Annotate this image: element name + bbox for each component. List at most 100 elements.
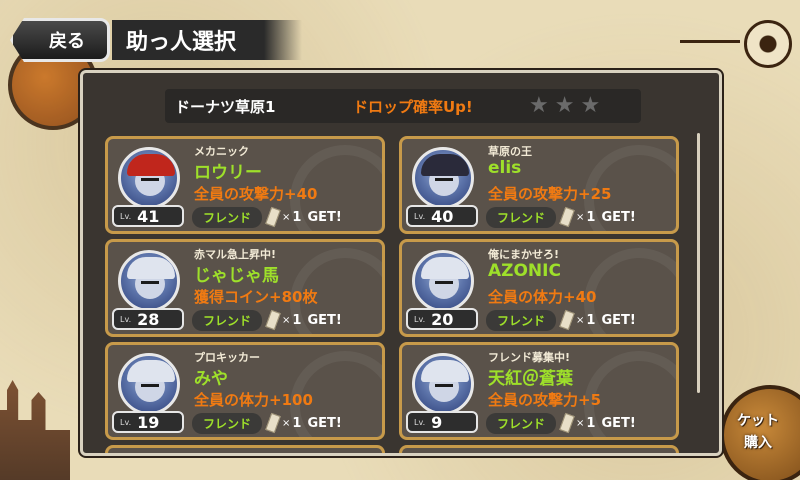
back-button[interactable]: 戻る bbox=[10, 18, 110, 62]
level-value: 20 bbox=[431, 309, 454, 329]
ticket-purchase-label[interactable]: ケット 購入 bbox=[728, 410, 788, 454]
helper-name: ロウリー bbox=[194, 163, 262, 183]
helper-title: プロキッカー bbox=[194, 351, 260, 364]
level-badge: Lv. 40 bbox=[406, 205, 478, 227]
get-label: GET! bbox=[601, 415, 636, 431]
helper-card[interactable]: Lv. 9 フレンド募集中! 天紅＠蒼葉 全員の攻撃力+5 フレンド × 1 G… bbox=[399, 342, 679, 440]
helper-card[interactable]: Lv. 40 草原の王 elis 全員の攻撃力+25 フレンド × 1 GET! bbox=[399, 136, 679, 234]
friend-badge: フレンド bbox=[192, 412, 262, 434]
times-sign: × bbox=[282, 417, 291, 429]
helper-avatar bbox=[118, 147, 180, 209]
helper-card-peek[interactable] bbox=[105, 445, 385, 453]
helper-card[interactable]: Lv. 19 プロキッカー みや 全員の体力+100 フレンド × 1 GET! bbox=[105, 342, 385, 440]
star-icon: ★ bbox=[580, 93, 601, 118]
avatar-hat bbox=[127, 360, 175, 382]
times-sign: × bbox=[576, 417, 585, 429]
helper-title: フレンド募集中! bbox=[488, 351, 571, 364]
reward-row: フレンド × 1 GET! bbox=[192, 412, 382, 434]
star-icon: ★ bbox=[554, 93, 575, 118]
helper-name: 天紅＠蒼葉 bbox=[488, 369, 573, 389]
avatar-hat bbox=[421, 154, 469, 176]
times-sign: × bbox=[282, 211, 291, 223]
helper-name: じゃじゃ馬 bbox=[194, 266, 279, 286]
level-label: Lv. bbox=[120, 314, 132, 324]
helper-avatar bbox=[412, 353, 474, 415]
drop-bonus-text: ドロップ確率Up! bbox=[353, 97, 473, 116]
helper-avatar bbox=[412, 250, 474, 312]
avatar-eyes bbox=[435, 178, 453, 184]
level-badge: Lv. 28 bbox=[112, 308, 184, 330]
level-label: Lv. bbox=[414, 211, 426, 221]
wheel-decoration-icon bbox=[744, 20, 792, 68]
ticket-icon bbox=[265, 206, 281, 228]
reward-row: フレンド × 1 GET! bbox=[192, 206, 382, 228]
helper-skill: 全員の体力+40 bbox=[488, 288, 597, 306]
avatar-eyes bbox=[141, 178, 159, 184]
reward-row: フレンド × 1 GET! bbox=[486, 206, 676, 228]
ticket-icon bbox=[559, 309, 575, 331]
helper-skill: 獲得コイン+80枚 bbox=[194, 288, 318, 306]
castle-decoration bbox=[0, 380, 70, 480]
level-value: 9 bbox=[431, 412, 443, 432]
helper-title: 俺にまかせろ! bbox=[488, 248, 560, 261]
helper-title: 赤マル急上昇中! bbox=[194, 248, 277, 261]
ticket-icon bbox=[559, 412, 575, 434]
level-label: Lv. bbox=[414, 417, 426, 427]
level-value: 19 bbox=[137, 412, 160, 432]
page-title-text: 助っ人選択 bbox=[126, 30, 237, 55]
helper-list-panel: ドーナツ草原1 ドロップ確率Up! ★ ★ ★ Lv. 41 メカニック ロウリ… bbox=[80, 70, 722, 456]
ticket-count: 1 bbox=[586, 415, 596, 431]
avatar-eyes bbox=[141, 281, 159, 287]
level-label: Lv. bbox=[120, 417, 132, 427]
level-value: 41 bbox=[137, 206, 160, 226]
level-badge: Lv. 41 bbox=[112, 205, 184, 227]
avatar-hat bbox=[421, 257, 469, 279]
level-value: 40 bbox=[431, 206, 454, 226]
helper-card[interactable]: Lv. 28 赤マル急上昇中! じゃじゃ馬 獲得コイン+80枚 フレンド × 1… bbox=[105, 239, 385, 337]
stage-info-bar: ドーナツ草原1 ドロップ確率Up! ★ ★ ★ bbox=[165, 89, 641, 123]
get-label: GET! bbox=[601, 312, 636, 328]
ticket-label-line1: ケット bbox=[737, 413, 779, 429]
stage-name: ドーナツ草原1 bbox=[175, 97, 276, 116]
level-badge: Lv. 19 bbox=[112, 411, 184, 433]
helper-skill: 全員の攻撃力+5 bbox=[488, 391, 602, 409]
reward-row: フレンド × 1 GET! bbox=[486, 309, 676, 331]
level-badge: Lv. 20 bbox=[406, 308, 478, 330]
ticket-count: 1 bbox=[586, 209, 596, 225]
helper-avatar bbox=[118, 353, 180, 415]
arrow-decoration bbox=[680, 40, 740, 43]
ticket-icon bbox=[559, 206, 575, 228]
list-scrollbar[interactable] bbox=[697, 133, 700, 393]
friend-badge: フレンド bbox=[486, 309, 556, 331]
ticket-count: 1 bbox=[586, 312, 596, 328]
get-label: GET! bbox=[307, 415, 342, 431]
helper-skill: 全員の攻撃力+25 bbox=[488, 185, 612, 203]
helper-avatar bbox=[412, 147, 474, 209]
avatar-hat bbox=[127, 154, 175, 176]
helper-skill: 全員の体力+100 bbox=[194, 391, 313, 409]
helper-card[interactable]: Lv. 20 俺にまかせろ! AZONIC 全員の体力+40 フレンド × 1 … bbox=[399, 239, 679, 337]
get-label: GET! bbox=[307, 209, 342, 225]
level-badge: Lv. 9 bbox=[406, 411, 478, 433]
helper-card[interactable]: Lv. 41 メカニック ロウリー 全員の攻撃力+40 フレンド × 1 GET… bbox=[105, 136, 385, 234]
ticket-icon bbox=[265, 309, 281, 331]
avatar-eyes bbox=[435, 384, 453, 390]
level-label: Lv. bbox=[414, 314, 426, 324]
helper-card-peek[interactable] bbox=[399, 445, 679, 453]
get-label: GET! bbox=[601, 209, 636, 225]
helper-skill: 全員の攻撃力+40 bbox=[194, 185, 318, 203]
friend-badge: フレンド bbox=[192, 309, 262, 331]
helper-name: みや bbox=[194, 369, 228, 389]
difficulty-stars: ★ ★ ★ bbox=[529, 95, 600, 117]
helper-name: AZONIC bbox=[488, 261, 561, 281]
ticket-label-line2: 購入 bbox=[744, 435, 772, 451]
helper-title: 草原の王 bbox=[488, 145, 532, 158]
reward-row: フレンド × 1 GET! bbox=[192, 309, 382, 331]
star-icon: ★ bbox=[529, 93, 549, 118]
helper-title: メカニック bbox=[194, 145, 249, 158]
helper-avatar bbox=[118, 250, 180, 312]
ticket-icon bbox=[265, 412, 281, 434]
times-sign: × bbox=[282, 314, 291, 326]
friend-badge: フレンド bbox=[192, 206, 262, 228]
level-label: Lv. bbox=[120, 211, 132, 221]
